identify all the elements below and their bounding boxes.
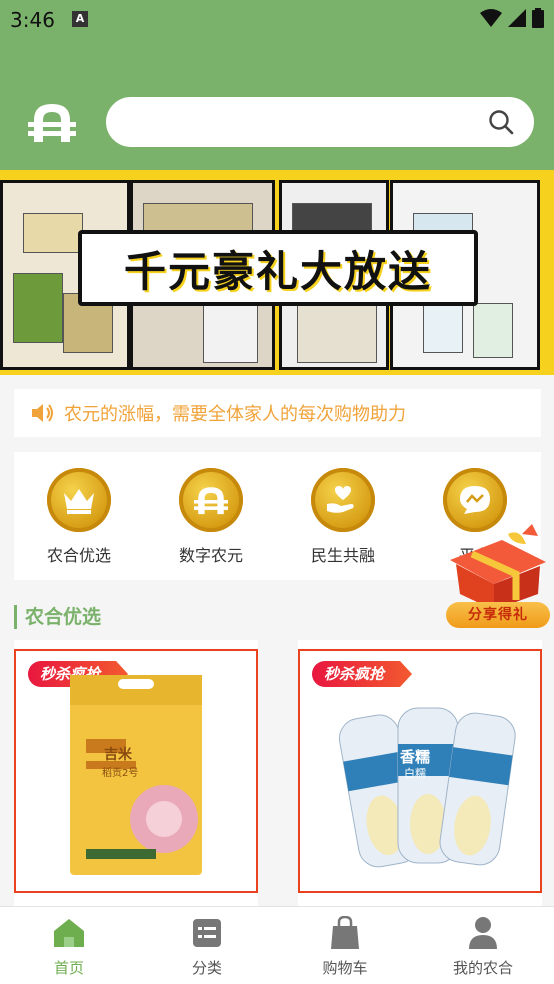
- signal-icon: [508, 9, 526, 27]
- corn-pack-image: [338, 707, 516, 868]
- notice-bar[interactable]: 农元的涨幅，需要全体家人的每次购物助力: [14, 389, 541, 437]
- app-header: 3:46 A: [0, 0, 554, 170]
- category-label: 数字农元: [178, 546, 243, 565]
- nongyuan-coin-icon: [179, 468, 243, 532]
- category-item-minsheng[interactable]: 民生共融: [288, 468, 398, 566]
- category-label: 农合优选: [46, 546, 111, 565]
- nav-profile[interactable]: 我的农合: [414, 915, 552, 978]
- product-card[interactable]: 秒杀疯抢 吉米 稻贡2号: [14, 649, 258, 893]
- nav-cart[interactable]: 购物车: [276, 915, 414, 978]
- bottom-nav: 首页 分类 购物车 我的农合: [0, 906, 554, 984]
- notification-icon: A: [72, 11, 88, 27]
- share-label: 分享得礼: [446, 602, 550, 628]
- category-item-nongyuan[interactable]: 数字农元: [156, 468, 266, 566]
- nav-label: 我的农合: [452, 959, 513, 977]
- product-package-text: 吉米: [104, 747, 132, 763]
- product-card[interactable]: 秒杀疯抢 香糯 白糯: [298, 649, 542, 893]
- shopping-bag-icon: [331, 916, 359, 949]
- status-icons: [480, 8, 544, 28]
- nav-label: 分类: [191, 959, 222, 977]
- search-bar[interactable]: [106, 97, 534, 147]
- gift-box-icon: [450, 524, 546, 610]
- wifi-icon: [480, 9, 502, 27]
- heart-hand-icon: [311, 468, 375, 532]
- product-package-subtext: 白糯: [404, 767, 426, 780]
- product-package-text: 香糯: [400, 748, 431, 766]
- crown-icon: [47, 468, 111, 532]
- flash-sale-badge: 秒杀疯抢: [312, 661, 413, 687]
- nav-label: 首页: [53, 959, 84, 977]
- user-icon: [469, 917, 497, 949]
- category-label: 民生共融: [310, 546, 375, 565]
- share-gift-button[interactable]: 分享得礼: [442, 520, 554, 630]
- app-logo-icon[interactable]: [28, 100, 76, 144]
- category-item-nonghe[interactable]: 农合优选: [24, 468, 134, 566]
- battery-icon: [532, 8, 544, 28]
- search-icon[interactable]: [488, 109, 514, 135]
- home-icon: [54, 919, 84, 947]
- product-package-subtext: 稻贡2号: [102, 768, 139, 779]
- nav-home[interactable]: 首页: [0, 915, 138, 978]
- nav-label: 购物车: [322, 959, 368, 977]
- banner-headline: 千元豪礼大放送: [78, 230, 478, 306]
- nav-category[interactable]: 分类: [138, 915, 276, 978]
- notice-text: 农元的涨幅，需要全体家人的每次购物助力: [64, 404, 406, 425]
- category-icon: [193, 919, 221, 947]
- promo-banner[interactable]: 千元豪礼大放送: [0, 170, 554, 375]
- speaker-icon: [32, 404, 53, 422]
- status-time: 3:46: [10, 8, 55, 32]
- section-title: 农合优选: [14, 605, 101, 629]
